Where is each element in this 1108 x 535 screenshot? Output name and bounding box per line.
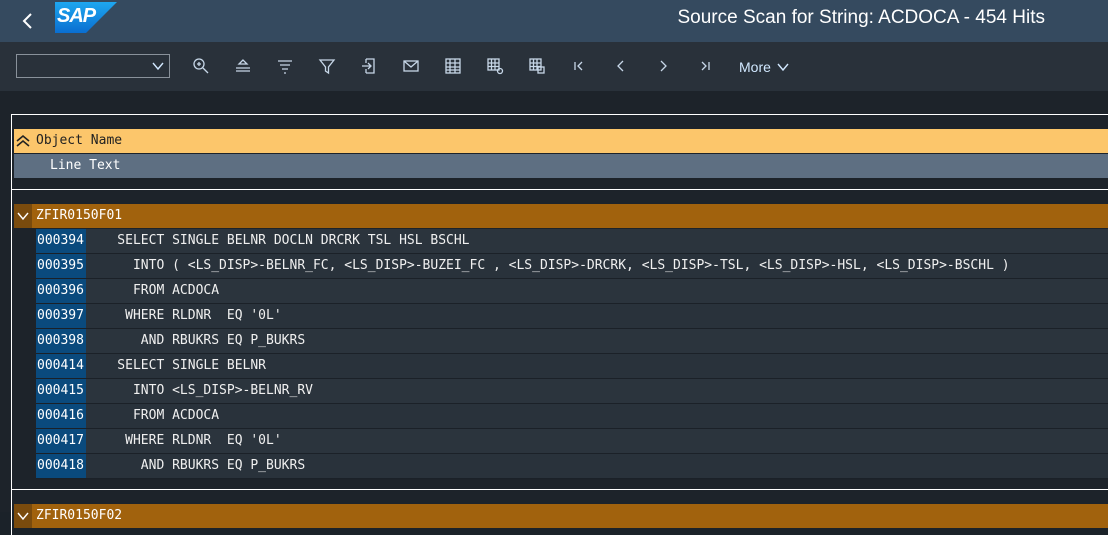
back-arrow-icon bbox=[22, 13, 32, 29]
line-number[interactable]: 000397 bbox=[36, 304, 87, 328]
content-area: Object Name Line Text ZFIR0150F01 000394… bbox=[0, 91, 1108, 535]
line-text: WHERE RLDNR EQ '0L' bbox=[86, 304, 1108, 328]
table-row: 000394 SELECT SINGLE BELNR DOCLN DRCRK T… bbox=[36, 229, 1108, 254]
line-number[interactable]: 000398 bbox=[36, 329, 87, 353]
export-button[interactable] bbox=[358, 55, 380, 77]
line-number[interactable]: 000415 bbox=[36, 379, 87, 403]
last-page-button[interactable] bbox=[694, 55, 716, 77]
next-page-icon bbox=[660, 60, 667, 72]
column-header-label: Line Text bbox=[50, 158, 121, 173]
sap-logo[interactable]: SAP bbox=[55, 2, 117, 33]
line-text: FROM ACDOCA bbox=[86, 404, 1108, 428]
more-button[interactable]: More bbox=[739, 58, 790, 76]
line-number[interactable]: 000396 bbox=[36, 279, 87, 303]
page-title: Source Scan for String: ACDOCA - 454 Hit… bbox=[677, 7, 1046, 28]
toolbar: More bbox=[0, 42, 1108, 91]
layout-settings-button[interactable] bbox=[484, 55, 506, 77]
layout-select[interactable] bbox=[16, 54, 170, 78]
align-middle-icon bbox=[278, 60, 292, 74]
line-number[interactable]: 000395 bbox=[36, 254, 87, 278]
column-header-label: Object Name bbox=[36, 133, 123, 148]
grid-layout-icon bbox=[529, 58, 545, 74]
last-page-icon bbox=[701, 61, 710, 71]
column-header-line-text[interactable]: Line Text bbox=[14, 154, 1108, 178]
search-icon bbox=[193, 58, 209, 74]
first-page-icon bbox=[574, 61, 583, 71]
export-icon bbox=[362, 58, 375, 74]
grid-settings-icon bbox=[487, 58, 504, 75]
divider bbox=[11, 489, 1108, 490]
sap-logo-text: SAP bbox=[57, 5, 96, 27]
email-icon bbox=[403, 60, 419, 72]
line-text: AND RBUKRS EQ P_BUKRS bbox=[86, 329, 1108, 353]
group-header[interactable]: ZFIR0150F01 bbox=[14, 204, 1108, 228]
more-label: More bbox=[739, 59, 771, 75]
group-name: ZFIR0150F02 bbox=[36, 508, 123, 523]
choose-layout-button[interactable] bbox=[526, 55, 548, 77]
previous-page-icon bbox=[617, 60, 624, 72]
chevron-down-icon bbox=[17, 512, 29, 521]
search-button[interactable] bbox=[190, 55, 212, 77]
chevron-down-icon bbox=[152, 62, 164, 71]
hit-rows: 000394 SELECT SINGLE BELNR DOCLN DRCRK T… bbox=[36, 229, 1108, 479]
chevron-down-icon bbox=[17, 212, 29, 221]
line-number[interactable]: 000394 bbox=[36, 229, 87, 253]
table-row: 000416 FROM ACDOCA bbox=[36, 404, 1108, 429]
chevron-down-icon bbox=[777, 63, 789, 72]
column-header-object-name[interactable]: Object Name bbox=[14, 129, 1108, 153]
previous-page-button[interactable] bbox=[610, 55, 632, 77]
group-name: ZFIR0150F01 bbox=[36, 208, 123, 223]
table-row: 000418 AND RBUKRS EQ P_BUKRS bbox=[36, 454, 1108, 479]
line-text: INTO ( <LS_DISP>-BELNR_FC, <LS_DISP>-BUZ… bbox=[86, 254, 1108, 278]
line-text: SELECT SINGLE BELNR DOCLN DRCRK TSL HSL … bbox=[86, 229, 1108, 253]
line-text: SELECT SINGLE BELNR bbox=[86, 354, 1108, 378]
spreadsheet-button[interactable] bbox=[442, 55, 464, 77]
sort-ascending-button[interactable] bbox=[232, 55, 254, 77]
line-number[interactable]: 000417 bbox=[36, 429, 87, 453]
shell-header: SAP Source Scan for String: ACDOCA - 454… bbox=[0, 0, 1108, 42]
filter-icon bbox=[318, 59, 336, 75]
table-row: 000398 AND RBUKRS EQ P_BUKRS bbox=[36, 329, 1108, 354]
email-button[interactable] bbox=[400, 55, 422, 77]
collapse-all-icon bbox=[16, 134, 30, 147]
next-page-button[interactable] bbox=[652, 55, 674, 77]
table-row: 000417 WHERE RLDNR EQ '0L' bbox=[36, 429, 1108, 454]
line-number[interactable]: 000414 bbox=[36, 354, 87, 378]
filter-button[interactable] bbox=[316, 55, 338, 77]
grid-icon bbox=[445, 58, 461, 74]
table-row: 000415 INTO <LS_DISP>-BELNR_RV bbox=[36, 379, 1108, 404]
first-page-button[interactable] bbox=[568, 55, 590, 77]
table-row: 000396 FROM ACDOCA bbox=[36, 279, 1108, 304]
table-row: 000397 WHERE RLDNR EQ '0L' bbox=[36, 304, 1108, 329]
sort-descending-button[interactable] bbox=[274, 55, 296, 77]
line-number[interactable]: 000418 bbox=[36, 454, 87, 478]
line-number[interactable]: 000416 bbox=[36, 404, 87, 428]
group-toggle[interactable] bbox=[14, 204, 32, 228]
back-button[interactable] bbox=[14, 7, 42, 35]
divider bbox=[11, 189, 1108, 190]
line-text: WHERE RLDNR EQ '0L' bbox=[86, 429, 1108, 453]
table-row: 000395 INTO ( <LS_DISP>-BELNR_FC, <LS_DI… bbox=[36, 254, 1108, 279]
line-text: AND RBUKRS EQ P_BUKRS bbox=[86, 454, 1108, 478]
table-row: 000414 SELECT SINGLE BELNR bbox=[36, 354, 1108, 379]
group-header[interactable]: ZFIR0150F02 bbox=[14, 504, 1108, 528]
line-text: INTO <LS_DISP>-BELNR_RV bbox=[86, 379, 1108, 403]
line-text: FROM ACDOCA bbox=[86, 279, 1108, 303]
align-top-icon bbox=[236, 59, 250, 72]
group-toggle[interactable] bbox=[14, 504, 32, 528]
